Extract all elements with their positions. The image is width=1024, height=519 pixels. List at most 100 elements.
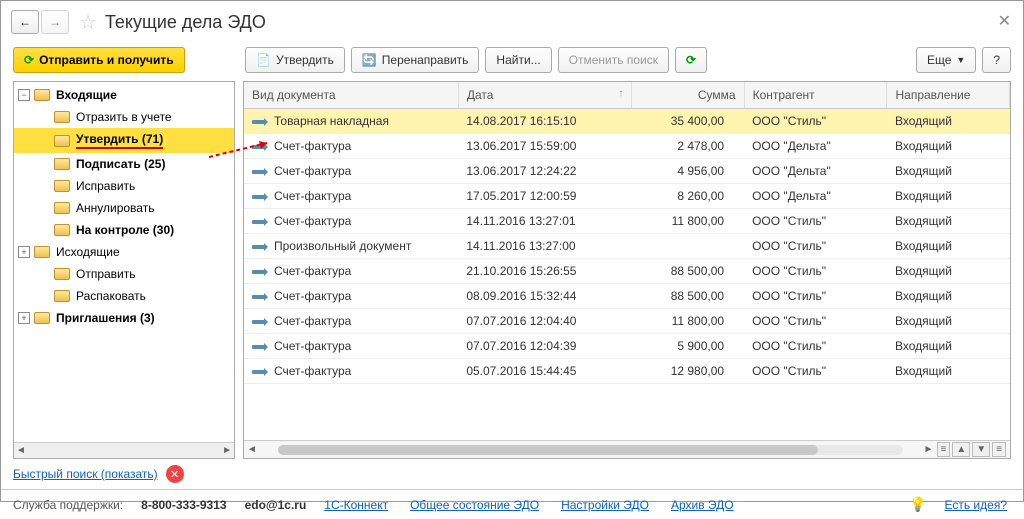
connect-link[interactable]: 1С-Коннект <box>324 498 388 512</box>
cell-party: ООО "Дельта" <box>744 159 887 184</box>
folder-icon <box>54 111 70 123</box>
nav-last-icon[interactable]: ≡ <box>992 442 1006 457</box>
col-sum[interactable]: Сумма <box>632 82 744 109</box>
col-party[interactable]: Контрагент <box>744 82 887 109</box>
forward-button[interactable]: → <box>41 10 69 34</box>
tree-fix[interactable]: Исправить <box>14 175 234 197</box>
table-row[interactable]: Счет-фактура05.07.2016 15:44:4512 980,00… <box>244 359 1010 384</box>
cell-doc-type: Товарная накладная <box>244 109 458 134</box>
table-scrollbar[interactable]: ◄ ► ≡ ▲ ▼ ≡ <box>244 440 1010 458</box>
tree-invites[interactable]: + Приглашения (3) <box>14 307 234 329</box>
settings-link[interactable]: Настройки ЭДО <box>561 498 649 512</box>
document-icon <box>252 320 266 324</box>
table-row[interactable]: Произвольный документ14.11.2016 13:27:00… <box>244 234 1010 259</box>
support-label: Служба поддержки: <box>13 498 123 512</box>
tree-outgoing[interactable]: + Исходящие <box>14 241 234 263</box>
nav-down-icon[interactable]: ▼ <box>972 442 990 457</box>
expand-icon[interactable]: + <box>18 312 30 324</box>
close-quick-search-icon[interactable]: ✕ <box>166 465 184 483</box>
redirect-icon: 🔄 <box>362 53 377 67</box>
help-button[interactable]: ? <box>982 47 1011 73</box>
tree-reflect[interactable]: Отразить в учете <box>14 106 234 128</box>
table-row[interactable]: Счет-фактура17.05.2017 12:00:598 260,00О… <box>244 184 1010 209</box>
table-row[interactable]: Счет-фактура13.06.2017 12:24:224 956,00О… <box>244 159 1010 184</box>
more-button[interactable]: Еще ▼ <box>916 47 976 73</box>
cell-sum: 8 260,00 <box>632 184 744 209</box>
table-row[interactable]: Счет-фактура08.09.2016 15:32:4488 500,00… <box>244 284 1010 309</box>
nav-first-icon[interactable]: ≡ <box>937 442 951 457</box>
cell-party: ООО "Стиль" <box>744 259 887 284</box>
cell-doc-type: Счет-фактура <box>244 334 458 359</box>
collapse-icon[interactable]: − <box>18 89 30 101</box>
cell-doc-type: Счет-фактура <box>244 184 458 209</box>
cell-party: ООО "Дельта" <box>744 184 887 209</box>
state-link[interactable]: Общее состояние ЭДО <box>410 498 539 512</box>
cancel-search-button[interactable]: Отменить поиск <box>558 47 669 73</box>
tree-sign[interactable]: Подписать (25) <box>14 153 234 175</box>
table-row[interactable]: Счет-фактура07.07.2016 12:04:4011 800,00… <box>244 309 1010 334</box>
approve-button[interactable]: 📄 Утвердить <box>245 47 345 73</box>
tree-incoming[interactable]: − Входящие <box>14 84 234 106</box>
tree-unpack[interactable]: Распаковать <box>14 285 234 307</box>
refresh-icon: ⟳ <box>686 53 696 67</box>
cell-direction: Входящий <box>887 259 1010 284</box>
send-receive-button[interactable]: ⟳ Отправить и получить <box>13 47 185 73</box>
tree-approve[interactable]: Утвердить (71) <box>14 128 234 153</box>
scroll-right-icon[interactable]: ► <box>921 444 937 455</box>
table-row[interactable]: Счет-фактура21.10.2016 15:26:5588 500,00… <box>244 259 1010 284</box>
folder-icon <box>54 224 70 236</box>
cell-party: ООО "Стиль" <box>744 209 887 234</box>
refresh-button[interactable]: ⟳ <box>675 47 707 73</box>
cell-doc-type: Счет-фактура <box>244 309 458 334</box>
tree-control[interactable]: На контроле (30) <box>14 219 234 241</box>
cell-direction: Входящий <box>887 359 1010 384</box>
find-button[interactable]: Найти... <box>485 47 551 73</box>
sidebar-scrollbar[interactable]: ◄ ► <box>14 442 234 458</box>
folder-icon <box>34 312 50 324</box>
folder-icon <box>34 89 50 101</box>
table-row[interactable]: Счет-фактура07.07.2016 12:04:395 900,00О… <box>244 334 1010 359</box>
folder-icon <box>54 202 70 214</box>
cell-doc-type: Счет-фактура <box>244 159 458 184</box>
close-icon[interactable]: ✕ <box>998 11 1011 31</box>
cell-date: 14.11.2016 13:27:01 <box>458 209 632 234</box>
tree-send[interactable]: Отправить <box>14 263 234 285</box>
approve-label: Утвердить <box>276 53 334 67</box>
redirect-button[interactable]: 🔄 Перенаправить <box>351 47 480 73</box>
back-button[interactable]: ← <box>11 10 39 34</box>
cell-doc-type: Счет-фактура <box>244 284 458 309</box>
cell-date: 14.08.2017 16:15:10 <box>458 109 632 134</box>
document-icon <box>252 120 266 124</box>
cell-sum: 11 800,00 <box>632 209 744 234</box>
cell-party: ООО "Дельта" <box>744 134 887 159</box>
table-row[interactable]: Товарная накладная14.08.2017 16:15:1035 … <box>244 109 1010 134</box>
scroll-left-icon[interactable]: ◄ <box>16 445 26 456</box>
scroll-right-icon[interactable]: ► <box>222 445 232 456</box>
quick-search-link[interactable]: Быстрый поиск (показать) <box>13 467 158 481</box>
favorite-star-icon[interactable]: ☆ <box>79 10 97 35</box>
cell-direction: Входящий <box>887 184 1010 209</box>
archive-link[interactable]: Архив ЭДО <box>671 498 734 512</box>
table-row[interactable]: Счет-фактура13.06.2017 15:59:002 478,00О… <box>244 134 1010 159</box>
folder-icon <box>54 180 70 192</box>
col-date[interactable]: Дата↑ <box>458 82 632 109</box>
tree-label: Аннулировать <box>76 201 154 215</box>
cell-party: ООО "Стиль" <box>744 109 887 134</box>
tree-label: Исправить <box>76 179 135 193</box>
table-row[interactable]: Счет-фактура14.11.2016 13:27:0111 800,00… <box>244 209 1010 234</box>
document-icon <box>252 170 266 174</box>
expand-icon[interactable]: + <box>18 246 30 258</box>
cell-direction: Входящий <box>887 284 1010 309</box>
col-doc-type[interactable]: Вид документа <box>244 82 458 109</box>
col-direction[interactable]: Направление <box>887 82 1010 109</box>
nav-up-icon[interactable]: ▲ <box>952 442 970 457</box>
document-icon <box>252 220 266 224</box>
idea-link[interactable]: Есть идея? <box>944 498 1007 512</box>
cell-direction: Входящий <box>887 334 1010 359</box>
scroll-left-icon[interactable]: ◄ <box>244 444 260 455</box>
tree-annul[interactable]: Аннулировать <box>14 197 234 219</box>
cell-sum: 12 980,00 <box>632 359 744 384</box>
cell-sum: 88 500,00 <box>632 284 744 309</box>
folder-icon <box>54 290 70 302</box>
tree-label: Отразить в учете <box>76 110 172 124</box>
